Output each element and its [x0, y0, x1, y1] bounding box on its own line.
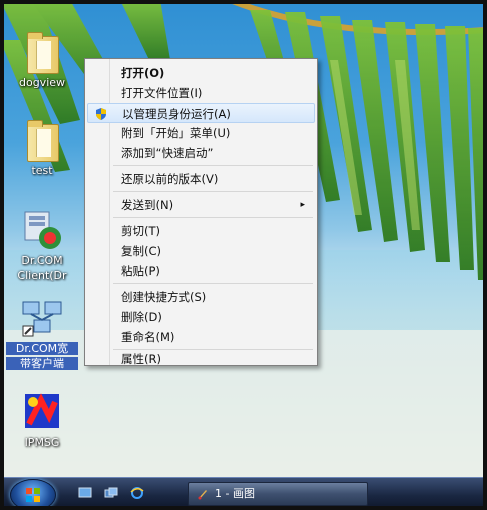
switch-windows-icon[interactable] [104, 487, 118, 499]
windows-orb-icon[interactable] [10, 479, 56, 510]
desktop-icon-drcom-client[interactable]: Dr.COM Client(Dr [6, 208, 78, 282]
menu-separator [113, 283, 313, 284]
network-computers-icon [21, 296, 63, 340]
desktop-icon-sublabel: Client(Dr [17, 269, 67, 282]
desktop-icon-label: Dr.COM宽 [6, 342, 78, 355]
show-desktop-icon[interactable] [78, 487, 92, 499]
desktop-icon-label: IPMSG [24, 436, 60, 449]
ipmsg-icon [21, 390, 63, 434]
menu-item-pin-to-start[interactable]: 附到「开始」菜单(U) [87, 123, 315, 143]
submenu-arrow-icon: ▸ [300, 200, 305, 210]
menu-item-copy[interactable]: 复制(C) [87, 241, 315, 261]
menu-item-send-to[interactable]: 发送到(N) ▸ [87, 195, 315, 215]
menu-item-rename[interactable]: 重命名(M) [87, 327, 315, 347]
folder-icon [21, 30, 63, 74]
desktop-icon-test[interactable]: test [6, 118, 78, 177]
menu-separator [113, 191, 313, 192]
menu-item-open[interactable]: 打开(O) [87, 63, 315, 83]
folder-icon [21, 118, 63, 162]
paint-icon [198, 490, 207, 500]
menu-item-cut[interactable]: 剪切(T) [87, 221, 315, 241]
taskbar-button-paint[interactable]: 1 - 画图 [188, 482, 368, 506]
menu-item-run-as-admin[interactable]: 以管理员身份运行(A) [87, 103, 315, 123]
desktop-icon-sublabel: 带客户端 [6, 357, 78, 370]
desktop-icon-label: dogview [18, 76, 66, 89]
desktop-icon-label: test [31, 164, 53, 177]
menu-item-delete[interactable]: 删除(D) [87, 307, 315, 327]
menu-item-add-to-quick-launch[interactable]: 添加到“快速启动” [87, 143, 315, 163]
desktop[interactable]: dogview test Dr.COM Client(Dr Dr.COM宽 带客… [0, 0, 487, 510]
menu-separator [113, 165, 313, 166]
desktop-icon-drcom-broadband[interactable]: Dr.COM宽 带客户端 [6, 296, 78, 370]
menu-item-create-shortcut[interactable]: 创建快捷方式(S) [87, 287, 315, 307]
desktop-icon-label: Dr.COM [21, 254, 63, 267]
menu-separator [113, 217, 313, 218]
context-menu: 打开(O) 打开文件位置(I) 以管理员身份运行(A) 附到「开始」菜单(U) … [84, 58, 318, 366]
desktop-icon-dogview[interactable]: dogview [6, 30, 78, 89]
menu-item-paste[interactable]: 粘贴(P) [87, 261, 315, 281]
menu-item-restore-previous-versions[interactable]: 还原以前的版本(V) [87, 169, 315, 189]
menu-item-open-file-location[interactable]: 打开文件位置(I) [87, 83, 315, 103]
taskbar: 1 - 画图 [0, 477, 487, 510]
internet-explorer-icon[interactable] [130, 487, 144, 499]
desktop-icon-ipmsg[interactable]: IPMSG [6, 390, 78, 449]
uac-shield-icon [96, 108, 106, 120]
drcom-client-icon [21, 208, 63, 252]
menu-item-properties[interactable]: 属性(R) [87, 349, 315, 369]
taskbar-button-label: 1 - 画图 [215, 487, 255, 500]
